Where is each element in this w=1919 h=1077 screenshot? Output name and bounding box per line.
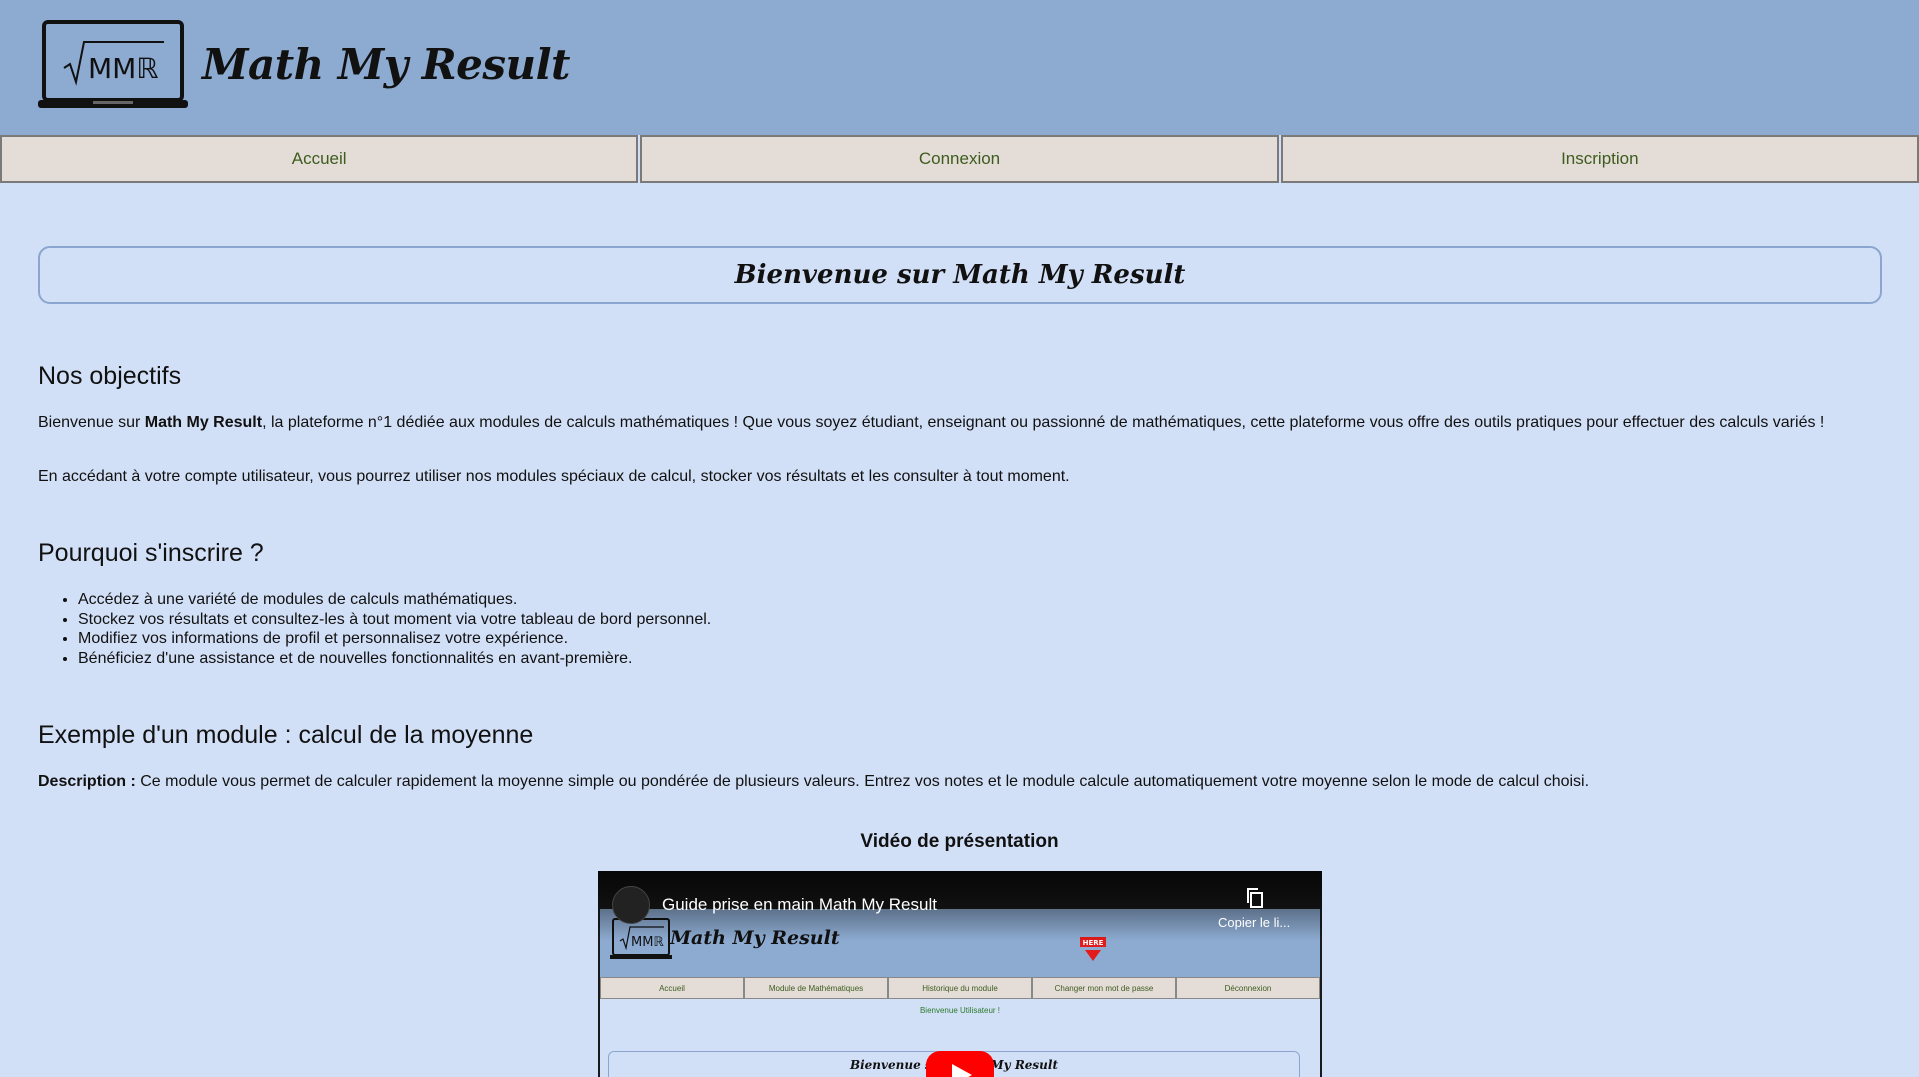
thumb-nav-item: Déconnexion bbox=[1176, 977, 1320, 999]
description-text: Ce module vous permet de calculer rapide… bbox=[135, 773, 1590, 790]
why-list: Accédez à une variété de modules de calc… bbox=[38, 590, 711, 668]
objectives-p1-prefix: Bienvenue sur bbox=[38, 414, 145, 431]
objectives-p1-suffix: , la plateforme n°1 dédiée aux modules d… bbox=[262, 414, 1825, 431]
list-item: Stockez vos résultats et consultez-les à… bbox=[78, 610, 711, 630]
nav-inscription[interactable]: Inscription bbox=[1280, 135, 1919, 183]
welcome-title: Bienvenue sur Math My Result bbox=[734, 260, 1186, 290]
copy-link-label[interactable]: Copier le li... bbox=[1218, 915, 1290, 930]
logo-text: MMℝ bbox=[88, 52, 159, 85]
laptop-logo-icon[interactable]: MMℝ bbox=[38, 20, 188, 112]
welcome-banner: Bienvenue sur Math My Result bbox=[38, 246, 1882, 304]
thumb-welcome-user: Bienvenue Utilisateur ! bbox=[919, 1006, 1001, 1015]
video-title[interactable]: Guide prise en main Math My Result bbox=[662, 895, 937, 915]
nav-connexion[interactable]: Connexion bbox=[640, 135, 1279, 183]
thumb-nav-item: Historique du module bbox=[888, 977, 1032, 999]
nav-accueil[interactable]: Accueil bbox=[0, 135, 639, 183]
thumb-nav-item: Accueil bbox=[600, 977, 744, 999]
play-button[interactable] bbox=[926, 1051, 994, 1077]
main-nav: Accueil Connexion Inscription bbox=[0, 135, 1919, 183]
video-player[interactable]: MMℝ Math My Result HERE Accueil Module d… bbox=[598, 871, 1322, 1077]
objectives-p1-bold: Math My Result bbox=[144, 414, 263, 431]
channel-avatar[interactable] bbox=[612, 886, 650, 924]
objectives-paragraph-2: En accédant à votre compte utilisateur, … bbox=[38, 468, 1070, 485]
copy-link-icon[interactable] bbox=[1244, 887, 1266, 909]
thumb-nav: Accueil Module de Mathématiques Historiq… bbox=[600, 977, 1320, 999]
why-heading: Pourquoi s'inscrire ? bbox=[38, 539, 264, 567]
description-label: Description : bbox=[38, 773, 136, 790]
video-heading: Vidéo de présentation bbox=[860, 831, 1059, 852]
list-item: Modifiez vos informations de profil et p… bbox=[78, 629, 711, 649]
list-item: Bénéficiez d'une assistance et de nouvel… bbox=[78, 649, 711, 669]
thumb-nav-item: Module de Mathématiques bbox=[744, 977, 888, 999]
site-title: Math My Result bbox=[202, 40, 570, 89]
example-description: Description : Ce module vous permet de c… bbox=[38, 772, 1868, 792]
example-heading: Exemple d'un module : calcul de la moyen… bbox=[38, 721, 534, 749]
objectives-paragraph-1: Bienvenue sur Math My Result, la platefo… bbox=[38, 413, 1868, 433]
site-header: MMℝ Math My Result bbox=[0, 0, 1919, 135]
list-item: Accédez à une variété de modules de calc… bbox=[78, 590, 711, 610]
objectives-heading: Nos objectifs bbox=[38, 362, 182, 390]
thumb-nav-item: Changer mon mot de passe bbox=[1032, 977, 1176, 999]
